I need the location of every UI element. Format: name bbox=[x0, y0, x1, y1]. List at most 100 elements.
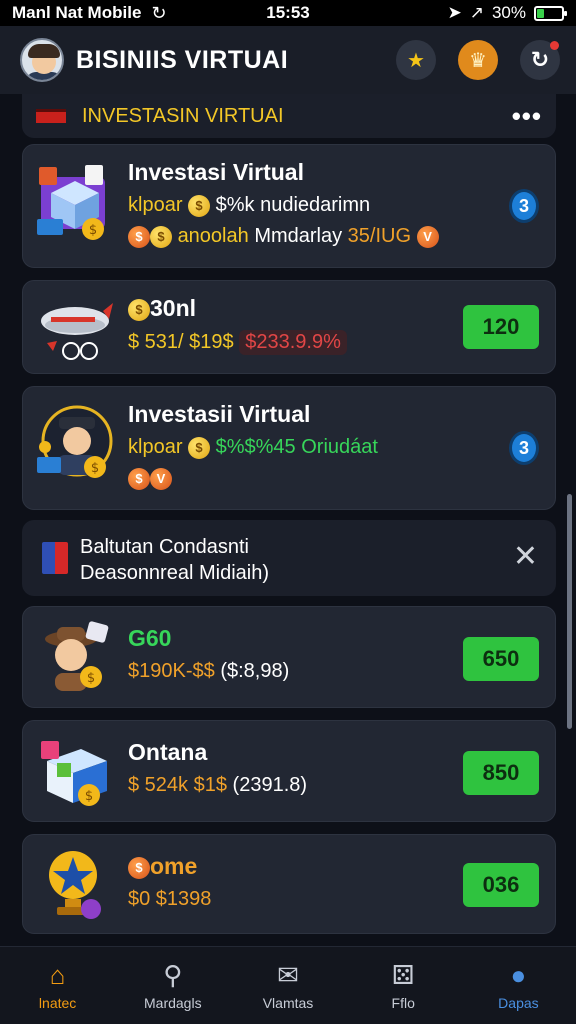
card-meta-detail: Mmdarlay bbox=[254, 225, 343, 247]
list-item-title: G60 bbox=[128, 625, 172, 651]
card-text: Investasi Virtual klpoar $ $%k nudiedari… bbox=[128, 159, 439, 248]
section-title: INVESTASIN VIRTUAI bbox=[82, 104, 284, 127]
coin-icon: $ bbox=[128, 298, 150, 321]
card-change: $233.9.9% bbox=[239, 330, 347, 355]
card-value: $%$%45 bbox=[215, 436, 296, 458]
refresh-icon[interactable]: ↻ bbox=[520, 40, 560, 80]
coin-icon: V bbox=[416, 225, 439, 248]
info-line-2: Deasonnreal Midiaih) bbox=[80, 562, 269, 584]
location-icon: ➤ bbox=[447, 3, 462, 22]
search-icon: ⚲ bbox=[163, 959, 183, 990]
coin-icon: $ bbox=[188, 194, 211, 217]
list-item-title: ome bbox=[150, 853, 198, 879]
count-badge[interactable]: 3 bbox=[509, 189, 539, 223]
star-trophy-icon bbox=[37, 845, 115, 923]
status-bar: Manl Nat Mobile ↻ 15:53 ➤ ↗ 30% bbox=[0, 0, 576, 26]
svg-text:$: $ bbox=[85, 789, 93, 804]
info-text: Baltutan Condasnti Deasonnreal Midiaih) bbox=[80, 534, 269, 586]
tab-label: Dapas bbox=[498, 994, 539, 1011]
card-subtitle: Oriudáat bbox=[301, 436, 378, 458]
card-text: $30nl $ 531/ $19$ $233.9.9% bbox=[128, 295, 347, 355]
home-icon: ⌂ bbox=[49, 959, 66, 990]
investment-card[interactable]: $ Investasi Virtual klpoar $ $%k nudieda… bbox=[22, 144, 556, 268]
coin-icon: $ bbox=[128, 467, 150, 490]
card-label: klpoar bbox=[128, 194, 183, 216]
list-item-title: Ontana bbox=[128, 739, 208, 765]
tab-games[interactable]: ⚄ Fflo bbox=[346, 947, 461, 1024]
sync-icon: ↻ bbox=[151, 2, 167, 23]
coin-icon: V bbox=[150, 467, 172, 490]
profile-icon: ● bbox=[510, 959, 527, 990]
list-item-text: $ ome $0 $1398 bbox=[128, 853, 211, 911]
info-banner[interactable]: Baltutan Condasnti Deasonnreal Midiaih) … bbox=[22, 520, 556, 596]
list-item-detail: ($:8,98) bbox=[220, 660, 290, 682]
battery-icon bbox=[534, 5, 567, 21]
more-icon[interactable]: ••• bbox=[512, 103, 542, 129]
main-content[interactable]: INVESTASIN VIRTUAI ••• $ Investasi Virtu… bbox=[0, 94, 576, 946]
flag-icon bbox=[42, 542, 68, 574]
list-item-detail: (2391.8) bbox=[232, 774, 308, 796]
coin-icon: $ bbox=[128, 856, 150, 879]
card-title: Investasii Virtual bbox=[128, 401, 311, 427]
tab-search[interactable]: ⚲ Mardagls bbox=[115, 947, 230, 1024]
list-item-text: G60 $190K-$$ ($:8,98) bbox=[128, 625, 289, 683]
svg-text:$: $ bbox=[89, 223, 97, 238]
list-item-text: Ontana $ 524k $1$ (2391.8) bbox=[128, 739, 307, 797]
card-meta-value: 35/IUG bbox=[347, 225, 412, 247]
coin-icon: $ bbox=[188, 436, 211, 459]
tab-home[interactable]: ⌂ lnatec bbox=[0, 947, 115, 1024]
list-item-price: $ 524k $1$ bbox=[128, 774, 227, 796]
explorer-avatar-icon: $ bbox=[37, 619, 115, 697]
avatar[interactable] bbox=[20, 38, 64, 82]
tab-label: lnatec bbox=[38, 994, 77, 1011]
card-title: 30nl bbox=[150, 295, 197, 321]
notification-dot bbox=[550, 41, 559, 50]
svg-text:$: $ bbox=[91, 461, 99, 476]
signal-icon: ↗ bbox=[469, 3, 484, 22]
gift-box-icon: $ bbox=[37, 733, 115, 811]
coin-icon: $ bbox=[128, 225, 150, 248]
tab-label: Vlamtas bbox=[262, 994, 314, 1011]
card-meta: anoolah bbox=[177, 225, 249, 247]
card-text: Investasii Virtual klpoar $ $%$%45 Oriud… bbox=[128, 401, 378, 490]
card-subtitle: $%k nudiedarimn bbox=[215, 194, 371, 216]
mail-icon: ✉ bbox=[277, 959, 299, 990]
coin-icon: $ bbox=[150, 225, 172, 248]
list-item[interactable]: $ G60 $190K-$$ ($:8,98) 650 bbox=[22, 606, 556, 708]
list-item-price: $0 $1398 bbox=[128, 888, 212, 910]
investment-card[interactable]: $30nl $ 531/ $19$ $233.9.9% 120 bbox=[22, 280, 556, 374]
tab-mail[interactable]: ✉ Vlamtas bbox=[230, 947, 345, 1024]
count-badge[interactable]: 3 bbox=[509, 431, 539, 465]
buy-button[interactable]: 036 bbox=[463, 863, 539, 907]
scrollbar[interactable] bbox=[567, 494, 572, 729]
police-avatar-icon: $ bbox=[37, 405, 115, 483]
card-label: klpoar bbox=[128, 436, 183, 458]
list-item[interactable]: $ ome $0 $1398 036 bbox=[22, 834, 556, 934]
carrier-label: Manl Nat Mobile bbox=[12, 3, 142, 22]
buy-button[interactable]: 850 bbox=[463, 751, 539, 795]
battery-percent: 30% bbox=[491, 3, 526, 22]
card-price: $ 531/ $19$ bbox=[128, 331, 234, 353]
dice-icon: ⚄ bbox=[391, 959, 415, 990]
svg-text:$: $ bbox=[87, 671, 95, 686]
star-icon[interactable]: ★ bbox=[396, 40, 436, 80]
app-title: BISINIIS VIRTUAI bbox=[76, 45, 289, 74]
buy-button[interactable]: 650 bbox=[463, 637, 539, 681]
tab-label: Fflo bbox=[391, 994, 415, 1011]
close-icon[interactable]: ✕ bbox=[513, 542, 538, 572]
trophy-icon[interactable]: ♛ bbox=[458, 40, 498, 80]
section-header: INVESTASIN VIRTUAI ••• bbox=[22, 94, 556, 138]
info-line-1: Baltutan Condasnti bbox=[80, 536, 250, 558]
cube-building-icon: $ bbox=[37, 163, 115, 241]
header-actions: ★ ♛ ↻ bbox=[396, 40, 560, 80]
buy-button[interactable]: 120 bbox=[463, 305, 539, 349]
list-item[interactable]: $ Ontana $ 524k $1$ (2391.8) 850 bbox=[22, 720, 556, 822]
tab-label: Mardagls bbox=[144, 994, 202, 1011]
tab-profile[interactable]: ● Dapas bbox=[461, 947, 576, 1024]
card-title: Investasi Virtual bbox=[128, 159, 304, 185]
bottom-tab-bar: ⌂ lnatec ⚲ Mardagls ✉ Vlamtas ⚄ Fflo ● D… bbox=[0, 946, 576, 1024]
investment-card[interactable]: $ Investasii Virtual klpoar $ $%$%45 Ori… bbox=[22, 386, 556, 510]
list-item-price: $190K-$$ bbox=[128, 660, 215, 682]
flag-icon bbox=[36, 109, 66, 123]
app-header: BISINIIS VIRTUAI ★ ♛ ↻ bbox=[0, 26, 576, 94]
